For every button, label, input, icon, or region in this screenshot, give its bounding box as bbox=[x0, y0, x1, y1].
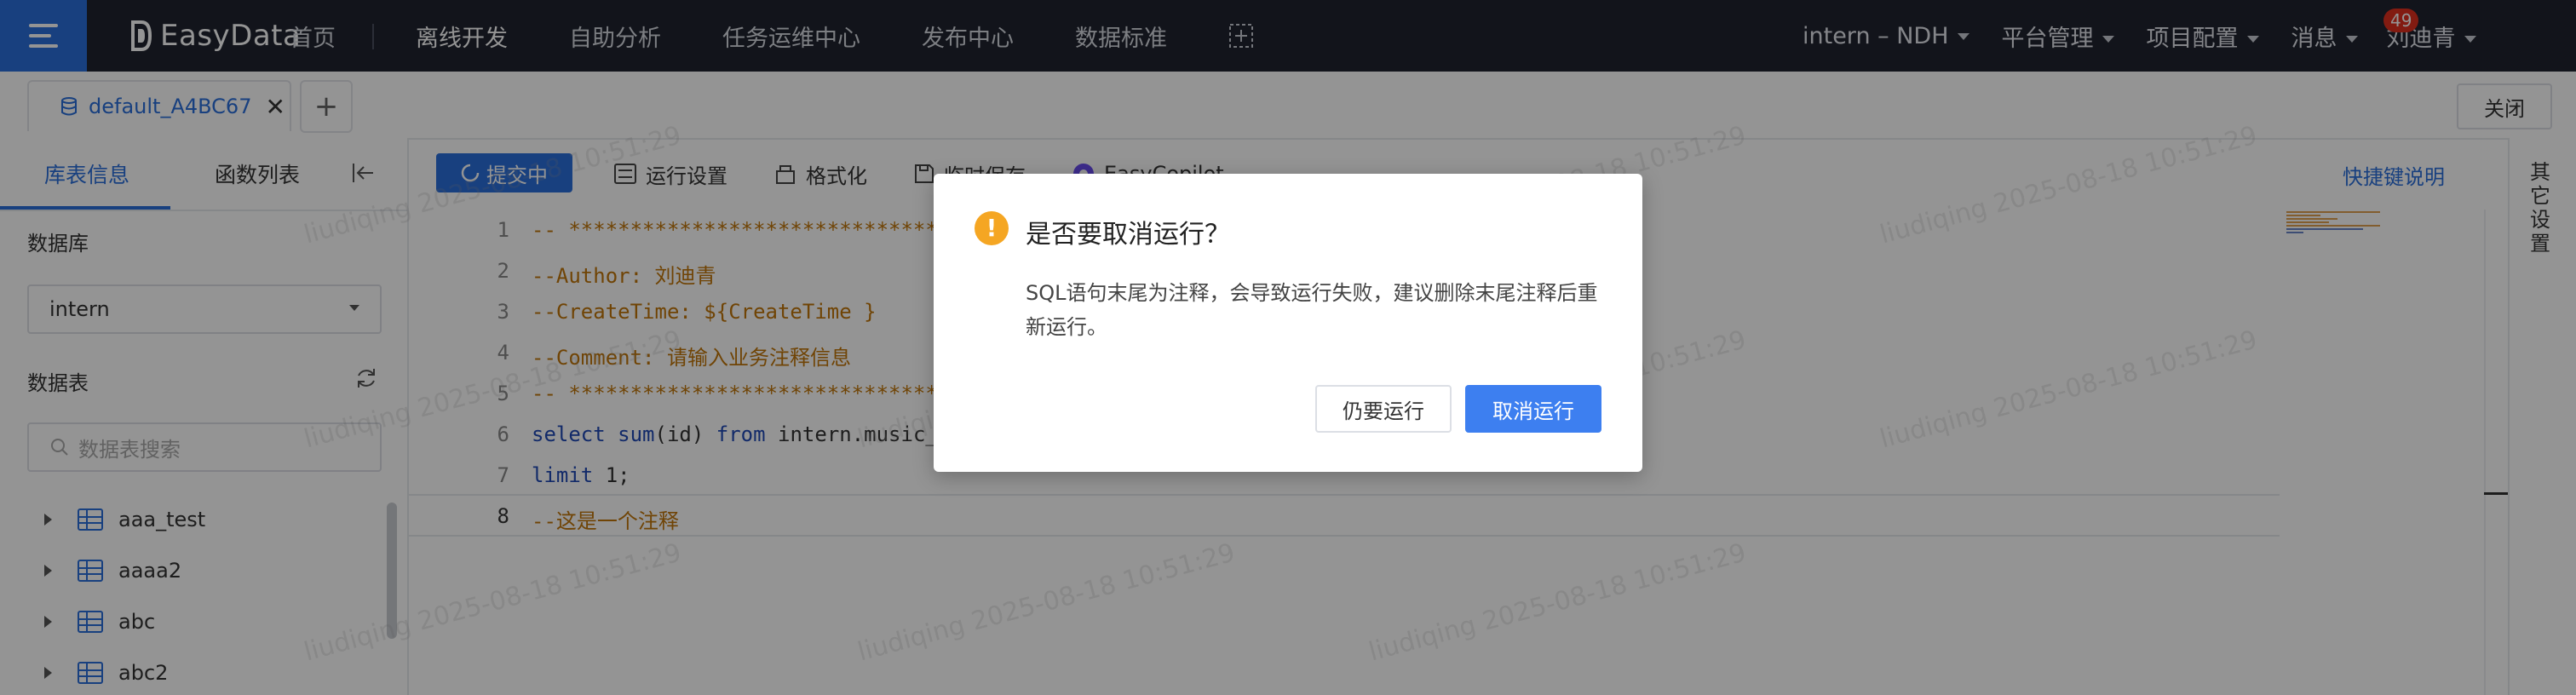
cancel-run-dialog: ! 是否要取消运行？ SQL语句末尾为注释，会导致运行失败，建议删除末尾注释后重… bbox=[934, 174, 1642, 472]
dialog-title: 是否要取消运行？ bbox=[1026, 220, 1230, 250]
warning-icon: ! bbox=[975, 211, 1009, 245]
continue-run-button[interactable]: 仍要运行 bbox=[1315, 385, 1452, 433]
dialog-message: SQL语句末尾为注释，会导致运行失败，建议删除末尾注释后重新运行。 bbox=[1026, 281, 1598, 339]
cancel-run-button[interactable]: 取消运行 bbox=[1465, 385, 1601, 433]
